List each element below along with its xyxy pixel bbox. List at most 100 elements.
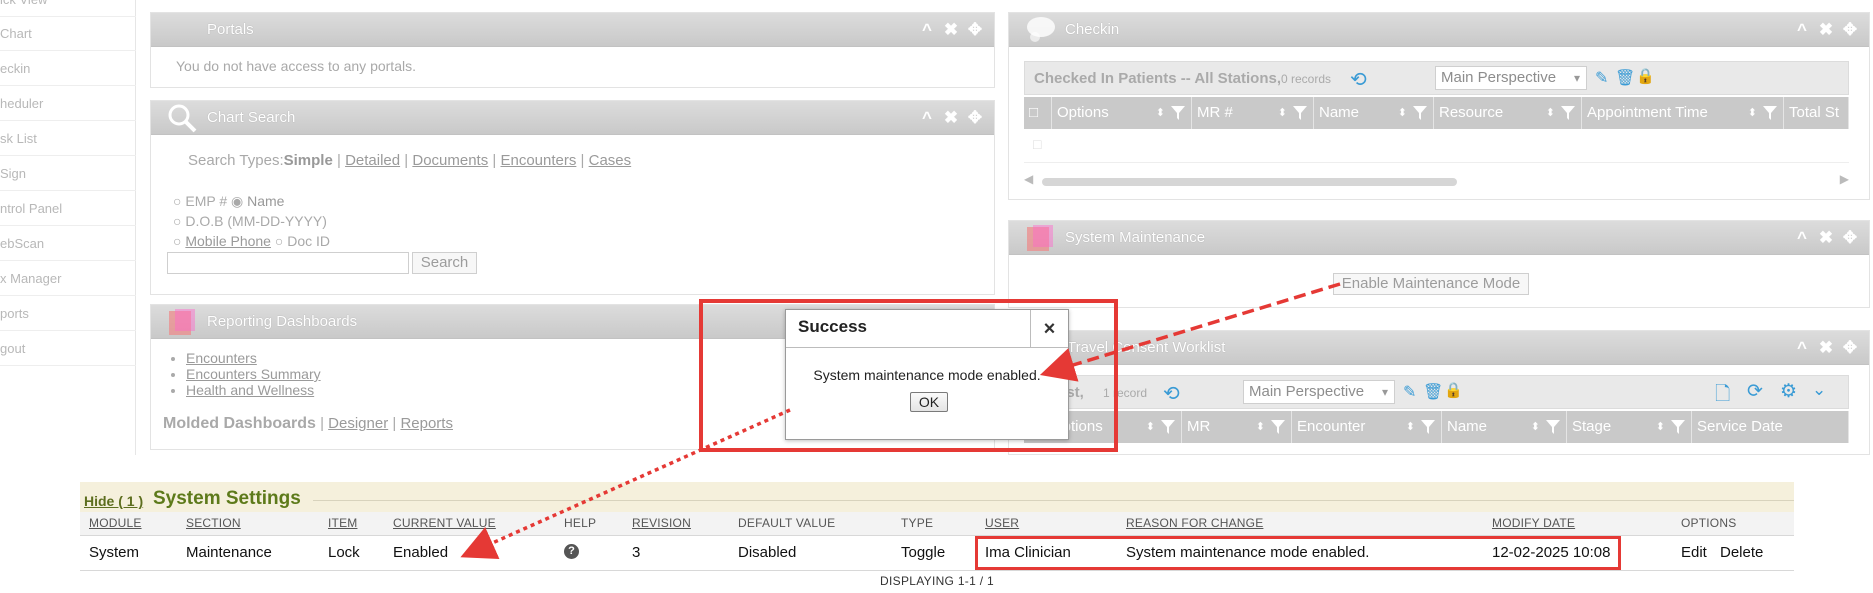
sidebar-item-sign[interactable]: Sign	[0, 157, 136, 191]
move-icon[interactable]: ✥	[1841, 20, 1859, 40]
collapse-icon[interactable]: ^	[918, 108, 936, 128]
help-icon[interactable]: ?	[564, 544, 579, 559]
col-service-date[interactable]: Service Date	[1692, 411, 1849, 443]
collapse-icon[interactable]: ^	[1793, 228, 1811, 248]
trash-icon[interactable]: 🗑	[1615, 68, 1635, 88]
chevron-down-icon[interactable]: ⌄	[1812, 380, 1826, 400]
lock-icon[interactable]: 🔒	[1444, 381, 1463, 399]
move-icon[interactable]: ✥	[1841, 228, 1859, 248]
col-options[interactable]: Options ⬍	[1052, 97, 1192, 129]
collapse-icon[interactable]: ^	[918, 20, 936, 40]
sidebar-item-scheduler[interactable]: heduler	[0, 87, 136, 121]
sidebar-item-control-panel[interactable]: ntrol Panel	[0, 192, 136, 226]
reload-icon[interactable]: ⟳	[1747, 380, 1763, 403]
col-total-status[interactable]: Total St	[1784, 97, 1849, 129]
reports-link[interactable]: Reports	[400, 415, 453, 432]
col-mr[interactable]: MR ⬍	[1182, 411, 1292, 443]
col-module[interactable]: MODULE	[89, 516, 142, 536]
close-icon[interactable]: ✖	[942, 20, 960, 40]
select-all-checkbox[interactable]: □	[1024, 97, 1052, 129]
molded-dashboards-row: Molded Dashboards | Designer | Reports	[163, 415, 453, 432]
scrollbar-thumb[interactable]	[1042, 178, 1457, 186]
search-type-cases[interactable]: Cases	[589, 152, 632, 169]
ok-button[interactable]: OK	[910, 392, 948, 412]
dashboard-link-encounters-summary[interactable]: Encounters Summary	[186, 366, 321, 382]
move-icon[interactable]: ✥	[966, 20, 984, 40]
col-appointment-time[interactable]: Appointment Time ⬍	[1582, 97, 1784, 129]
col-modify-date[interactable]: MODIFY DATE	[1492, 516, 1575, 536]
perspective-value: Main Perspective	[1249, 383, 1365, 400]
edit-link[interactable]: Edit	[1681, 544, 1707, 561]
radio-docid[interactable]: ○	[275, 233, 283, 249]
radio-mobile-label: Mobile Phone	[185, 233, 271, 249]
horizontal-scrollbar[interactable]: ◀ ▶	[1024, 172, 1849, 189]
panel-title: System Maintenance	[1065, 229, 1206, 246]
close-icon[interactable]: ✖	[1817, 228, 1835, 248]
col-encounter[interactable]: Encounter ⬍	[1292, 411, 1442, 443]
gear-icon[interactable]: ⚙	[1780, 380, 1797, 403]
delete-link[interactable]: Delete	[1720, 544, 1763, 561]
col-item[interactable]: ITEM	[328, 516, 357, 536]
sidebar-item-fax-manager[interactable]: x Manager	[0, 262, 136, 296]
sidebar-item-webscan[interactable]: ebScan	[0, 227, 136, 261]
col-resource[interactable]: Resource ⬍	[1434, 97, 1582, 129]
dashboard-link-health-wellness[interactable]: Health and Wellness	[186, 382, 314, 398]
dashboard-link-encounters[interactable]: Encounters	[186, 350, 257, 366]
cell-revision: 3	[632, 544, 641, 561]
search-type-detailed[interactable]: Detailed	[345, 152, 400, 169]
portals-panel-header: Portals ^ ✖ ✥	[151, 13, 994, 47]
lock-icon[interactable]: 🔒	[1636, 67, 1655, 85]
col-mr[interactable]: MR # ⬍	[1192, 97, 1314, 129]
trash-icon[interactable]: 🗑	[1423, 382, 1443, 402]
checkin-record-count: 0 records	[1281, 72, 1332, 86]
radio-emp[interactable]: ○	[173, 193, 181, 209]
search-type-encounters[interactable]: Encounters	[500, 152, 576, 169]
collapse-icon[interactable]: ^	[1793, 338, 1811, 358]
travel-consent-worklist-panel: Travel Consent Worklist ^ ✖ ✥ list, 1 re…	[1008, 330, 1870, 455]
radio-name[interactable]: ◉	[231, 193, 243, 209]
sidebar-item-checkin[interactable]: eckin	[0, 52, 136, 86]
col-name[interactable]: Name ⬍	[1314, 97, 1434, 129]
search-button[interactable]: Search	[412, 252, 477, 274]
col-stage[interactable]: Stage ⬍	[1567, 411, 1692, 443]
annotation-highlight-row	[975, 536, 1621, 570]
move-icon[interactable]: ✥	[966, 108, 984, 128]
edit-pencil-icon[interactable]: ✎	[1595, 68, 1608, 88]
radio-mobile[interactable]: ○	[173, 233, 181, 249]
designer-link[interactable]: Designer	[328, 415, 388, 432]
close-icon[interactable]: ×	[1030, 310, 1068, 348]
refresh-icon[interactable]: ⟲	[1350, 67, 1367, 92]
dashboard-chart-icon	[169, 309, 195, 335]
travel-perspective-select[interactable]: Main Perspective ▾	[1243, 380, 1395, 404]
close-icon[interactable]: ✖	[1817, 338, 1835, 358]
col-name[interactable]: Name ⬍	[1442, 411, 1567, 443]
sidebar-item-reports[interactable]: ports	[0, 297, 136, 331]
document-icon[interactable]: 🗋	[1715, 380, 1730, 412]
col-current-value[interactable]: CURRENT VALUE	[393, 516, 496, 536]
system-settings-header: Hide ( 1 ) System Settings	[80, 482, 1794, 512]
close-icon[interactable]: ✖	[942, 108, 960, 128]
travel-grid-header: Options ⬍ MR ⬍ Encounter ⬍ Name ⬍ Stage ⬍ Ser…	[1024, 411, 1849, 443]
close-icon[interactable]: ✖	[1817, 20, 1835, 40]
sidebar-item-task-list[interactable]: sk List	[0, 122, 136, 156]
sidebar-item-logout[interactable]: gout	[0, 332, 136, 366]
search-types-label: Search Types:	[188, 152, 284, 169]
col-revision[interactable]: REVISION	[632, 516, 691, 536]
col-reason-for-change[interactable]: REASON FOR CHANGE	[1126, 516, 1263, 536]
sidebar-item-chart[interactable]: Chart	[0, 17, 136, 51]
enable-maintenance-mode-button[interactable]: Enable Maintenance Mode	[1333, 273, 1529, 295]
checkin-perspective-select[interactable]: Main Perspective ▾	[1435, 66, 1587, 90]
hide-link[interactable]: Hide ( 1 )	[84, 493, 143, 509]
col-user[interactable]: USER	[985, 516, 1019, 536]
collapse-icon[interactable]: ^	[1793, 20, 1811, 40]
search-type-documents[interactable]: Documents	[412, 152, 488, 169]
move-icon[interactable]: ✥	[1841, 338, 1859, 358]
radio-dob[interactable]: ○	[173, 213, 181, 229]
edit-pencil-icon[interactable]: ✎	[1403, 382, 1416, 402]
col-section[interactable]: SECTION	[186, 516, 241, 536]
row-checkbox[interactable]: □	[1033, 136, 1041, 152]
sidebar-item-quick-view[interactable]: ick View	[0, 0, 136, 17]
search-type-simple[interactable]: Simple	[284, 152, 333, 169]
chart-search-input[interactable]	[167, 252, 409, 274]
refresh-icon[interactable]: ⟲	[1163, 381, 1180, 406]
